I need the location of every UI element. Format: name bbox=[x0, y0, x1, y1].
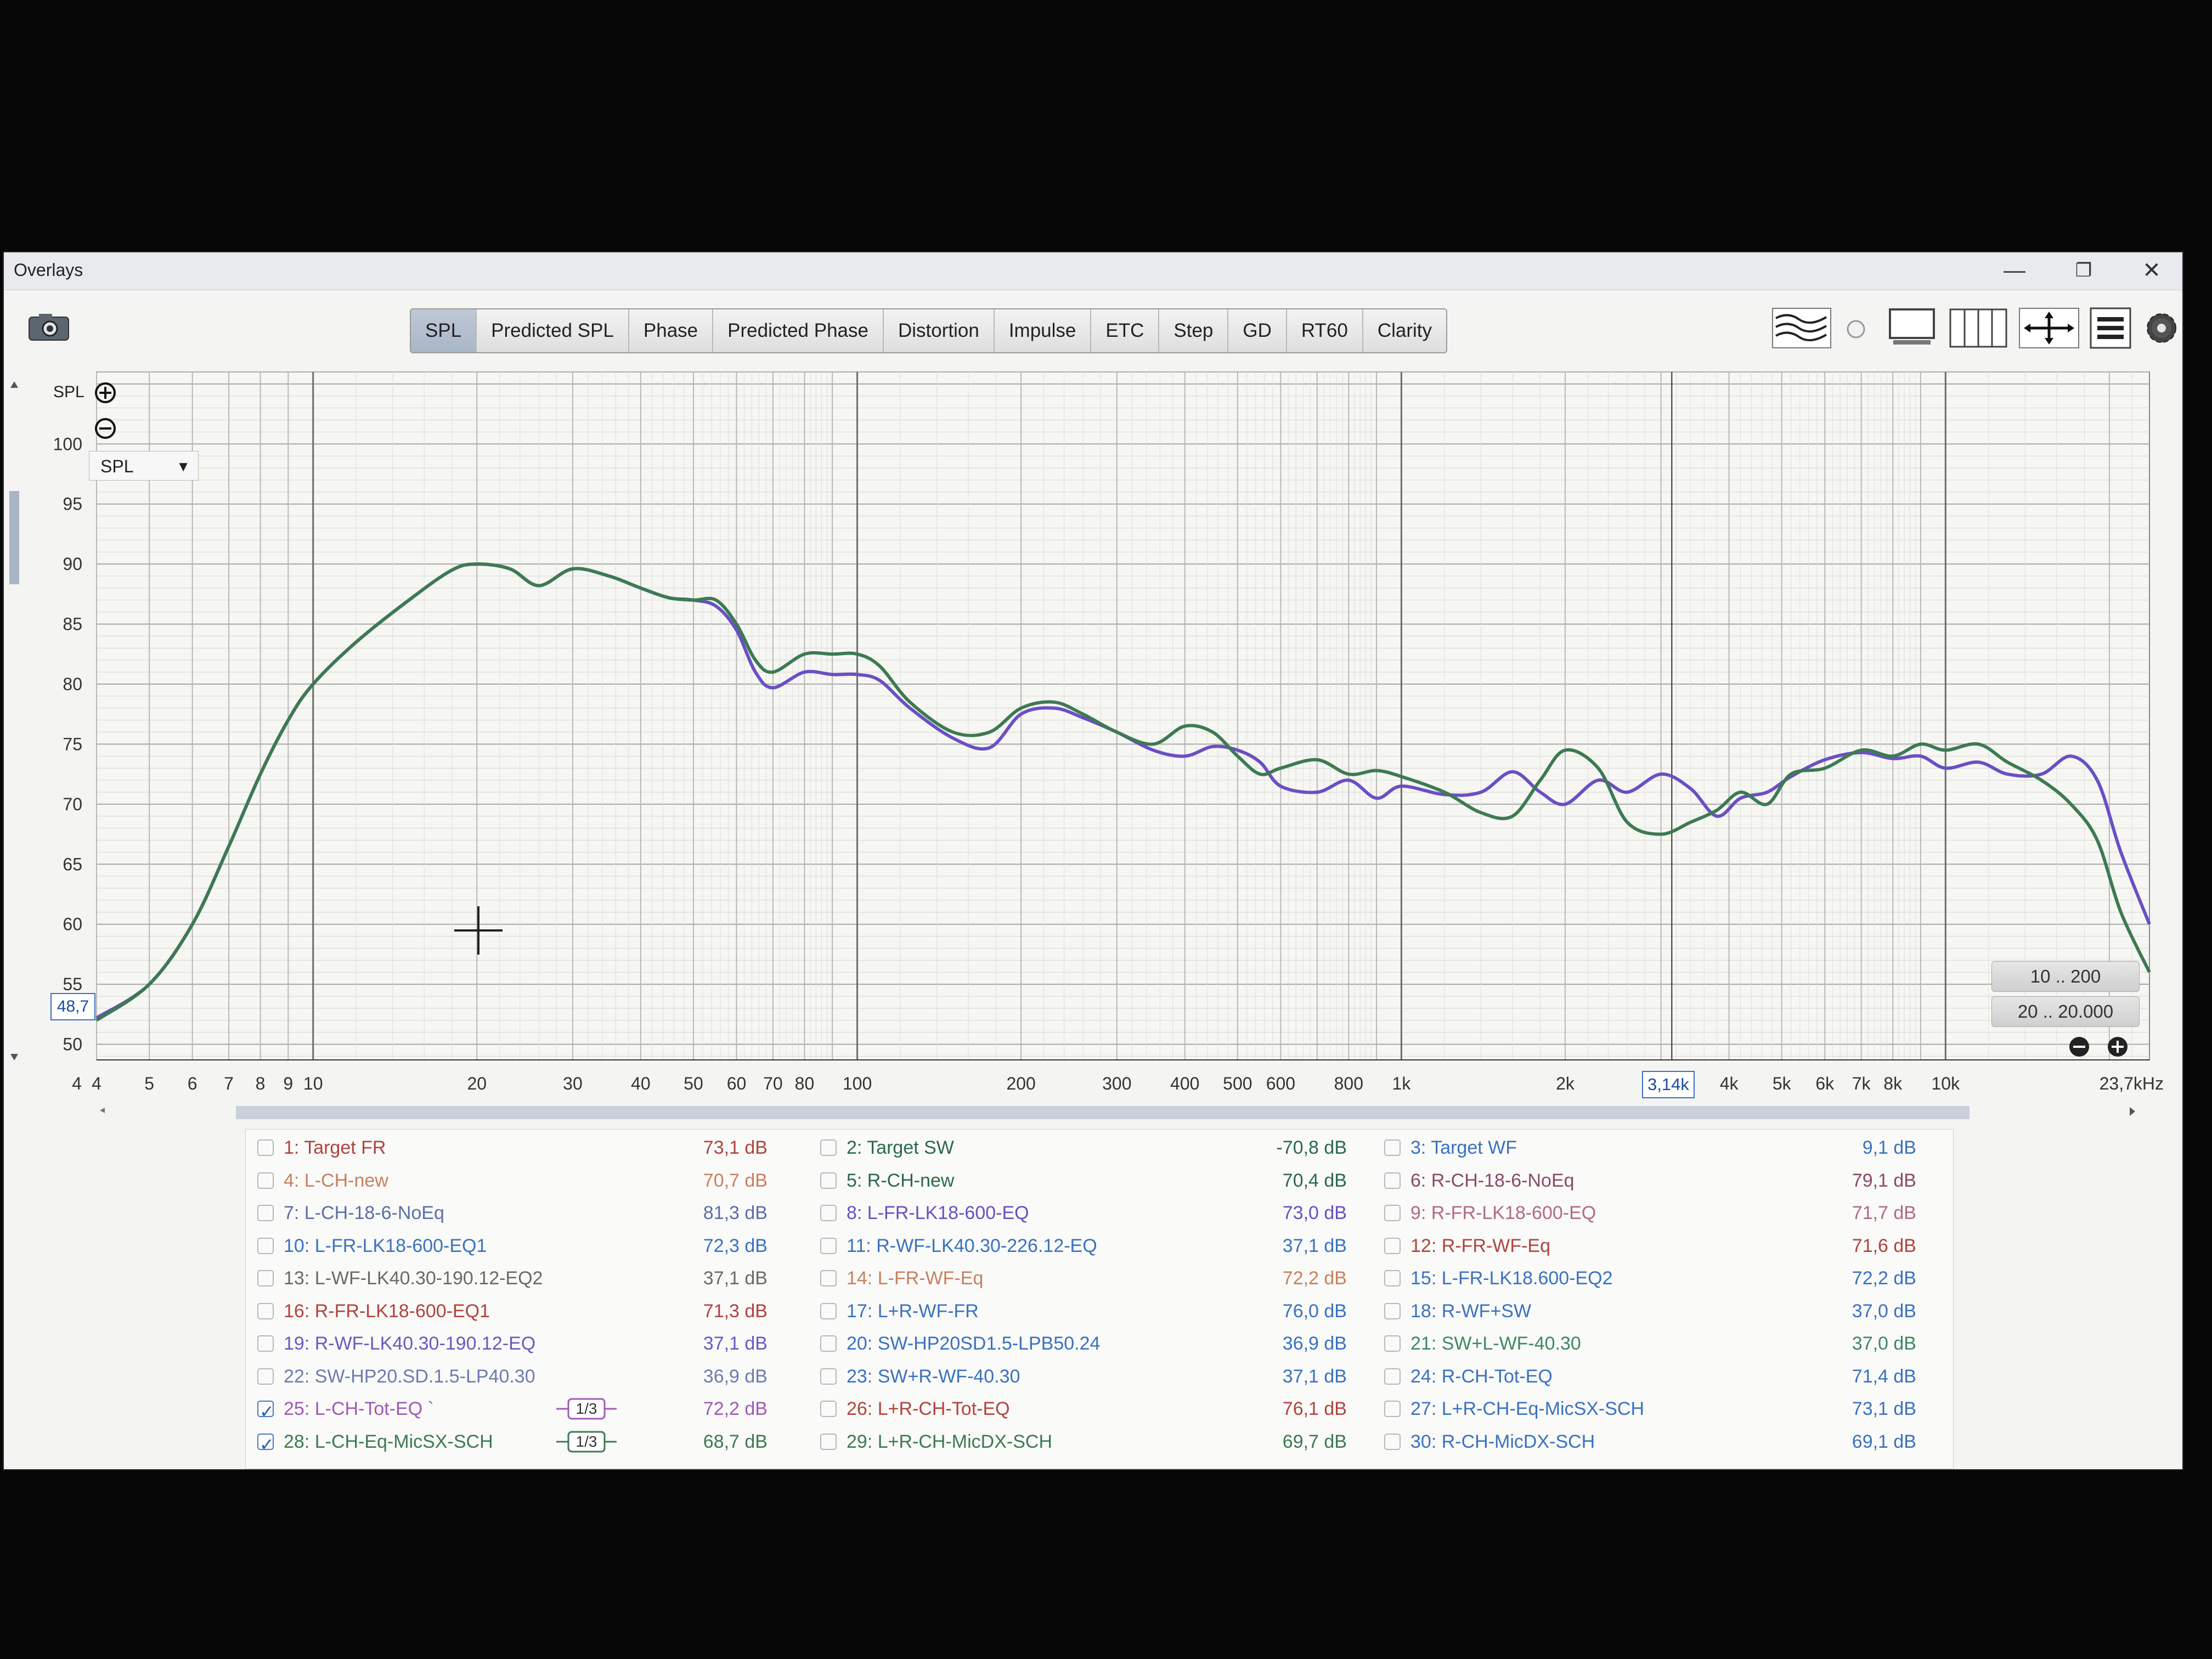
x-tick-label: 4 bbox=[92, 1074, 101, 1093]
spl-chart: 50 55 60 65 70 75 80 85 90 95 100 4 4 5 6 7 8 9 10 20 30 40 5… bbox=[53, 371, 2164, 1119]
x-tick-label: 6k bbox=[1815, 1074, 1835, 1093]
y-tick-label: 100 bbox=[53, 434, 82, 454]
x-tick-label: 500 bbox=[1223, 1074, 1252, 1093]
x-tick-label: 1k bbox=[1392, 1074, 1412, 1093]
x-tick-label: 7k bbox=[1852, 1074, 1871, 1093]
x-tick-label: 8 bbox=[256, 1074, 266, 1093]
plot-area[interactable] bbox=[96, 371, 2150, 1060]
y-tick-label: 75 bbox=[63, 734, 82, 754]
y-tick-label: 50 bbox=[63, 1035, 82, 1054]
y-tick-label: 95 bbox=[63, 494, 82, 514]
x-tick-label: 4 bbox=[72, 1074, 82, 1093]
zoom-in-x-icon[interactable] bbox=[2108, 1037, 2128, 1057]
y-tick-label: 80 bbox=[63, 674, 82, 694]
y-tick-label: 85 bbox=[63, 614, 82, 634]
x-tick-label: 80 bbox=[795, 1074, 815, 1093]
x-tick-label: 2k bbox=[1556, 1074, 1575, 1093]
x-tick-label: 300 bbox=[1102, 1074, 1131, 1093]
x-tick-label: 4k bbox=[1720, 1074, 1739, 1093]
x-tick-label: 30 bbox=[563, 1074, 583, 1093]
x-tick-label: 800 bbox=[1334, 1074, 1363, 1093]
x-tick-label: 5k bbox=[1773, 1074, 1792, 1093]
y-tick-label: 65 bbox=[63, 854, 82, 874]
x-tick-label: 6 bbox=[188, 1074, 198, 1093]
x-tick-label: 20 bbox=[467, 1074, 487, 1093]
smoothing-icon[interactable]: 1/3 bbox=[556, 1430, 617, 1454]
horizontal-scrollbar[interactable] bbox=[100, 1106, 2135, 1119]
y-axis-ticks: 50 55 60 65 70 75 80 85 90 95 100 bbox=[53, 434, 82, 1054]
y-tick-label: 60 bbox=[63, 915, 82, 934]
x-tick-label: 10 bbox=[303, 1074, 323, 1093]
x-tick-label: 9 bbox=[283, 1074, 293, 1093]
x-tick-label: 60 bbox=[727, 1074, 747, 1093]
y-tick-label: 70 bbox=[63, 794, 82, 814]
x-tick-label: 50 bbox=[684, 1074, 703, 1093]
x-tick-label: 70 bbox=[763, 1074, 783, 1093]
smoothing-icon[interactable]: 1/3 bbox=[556, 1397, 617, 1421]
x-axis-ticks: 4 4 5 6 7 8 9 10 20 30 40 50 60 70 80 100 200 300 400 500 60… bbox=[72, 1074, 2164, 1093]
chart-grid bbox=[96, 371, 2150, 1060]
x-tick-label: 40 bbox=[631, 1074, 651, 1093]
zoom-out-x-icon[interactable] bbox=[2069, 1037, 2089, 1057]
x-tick-label: 400 bbox=[1170, 1074, 1199, 1093]
y-tick-label: 55 bbox=[63, 974, 82, 994]
x-tick-label: 200 bbox=[1006, 1074, 1035, 1093]
x-tick-label: 7 bbox=[224, 1074, 234, 1093]
x-tick-label: 8k bbox=[1883, 1074, 1903, 1093]
x-tick-label: 10k bbox=[1932, 1074, 1961, 1093]
x-tick-label: 23,7kHz bbox=[2100, 1074, 2164, 1093]
x-tick-label: 5 bbox=[144, 1074, 154, 1093]
x-tick-label: 600 bbox=[1266, 1074, 1295, 1093]
y-tick-label: 90 bbox=[63, 554, 82, 574]
x-tick-label: 100 bbox=[843, 1074, 872, 1093]
